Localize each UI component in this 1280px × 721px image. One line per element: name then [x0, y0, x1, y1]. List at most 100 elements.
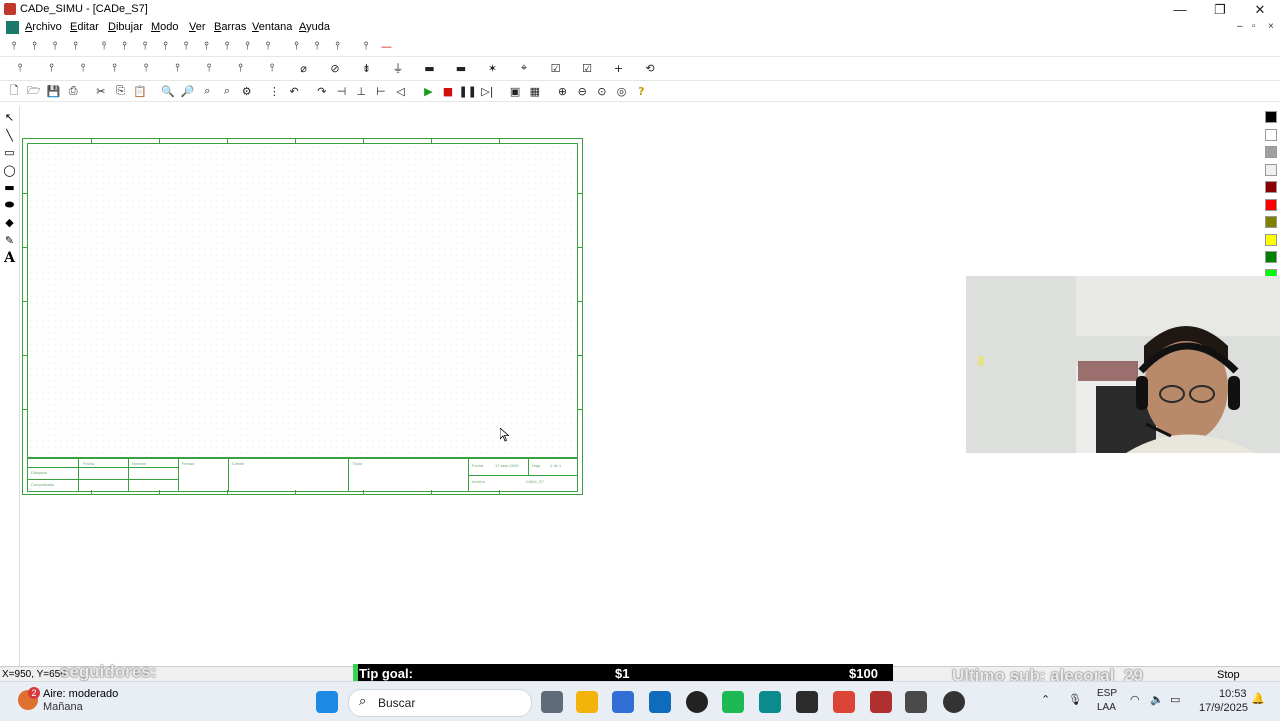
align-left-icon[interactable]: ⊣	[334, 83, 350, 99]
color-swatch[interactable]	[1265, 146, 1277, 158]
document-icon[interactable]	[6, 21, 19, 34]
text-icon[interactable]: A	[2, 250, 17, 266]
terminal-icon[interactable]: ⫯	[199, 38, 215, 54]
line-icon[interactable]: ╲	[2, 128, 17, 143]
play-icon[interactable]: ▶	[420, 83, 436, 99]
breaker-icon[interactable]: ⫯	[137, 38, 153, 54]
windows-start-icon[interactable]	[316, 691, 338, 713]
check-box-icon[interactable]: ☑	[548, 60, 564, 76]
cade-simu-icon[interactable]	[870, 691, 892, 713]
cross-icon[interactable]: +	[611, 60, 627, 76]
pause-icon[interactable]: ❚❚	[458, 83, 476, 99]
zoom-in-icon[interactable]: ⊕	[555, 83, 571, 99]
weather-title[interactable]: Aire: moderado	[43, 688, 118, 700]
sensor-icon[interactable]: ⫯	[233, 60, 249, 76]
color-swatch[interactable]	[1265, 198, 1277, 211]
check-box-2-icon[interactable]: ☑	[579, 60, 595, 76]
wifi-icon[interactable]: ◠	[1130, 693, 1140, 706]
file-explorer-icon[interactable]	[576, 691, 598, 713]
spotify-icon[interactable]	[722, 691, 744, 713]
cut-icon[interactable]: ✂	[93, 83, 109, 99]
microphone-icon[interactable]: 🎙	[1068, 693, 1082, 706]
align-center-icon[interactable]: ⊥	[353, 83, 369, 99]
clock-time[interactable]: 10:53	[1219, 688, 1247, 700]
zoom-out-icon[interactable]: ⊖	[574, 83, 590, 99]
selector-3p-icon[interactable]: ⫯	[138, 60, 154, 76]
obs-icon[interactable]	[943, 691, 965, 713]
lamp-block-icon[interactable]: ⫯	[358, 38, 374, 54]
fuse-icon[interactable]: ⫯	[96, 38, 112, 54]
fuse-block-icon[interactable]: ⫯	[117, 38, 133, 54]
save-icon[interactable]: 💾	[45, 83, 61, 99]
minimize-button[interactable]: —	[1160, 0, 1200, 19]
align-right-icon[interactable]: ⊢	[373, 83, 389, 99]
paste-icon[interactable]: 📋	[132, 83, 148, 99]
stop-icon[interactable]: ■	[440, 83, 456, 99]
busbar-icon[interactable]: ▬	[422, 60, 438, 76]
tray-overflow-icon[interactable]: ⌃	[1041, 693, 1050, 706]
coil-icon[interactable]: ⇟	[359, 60, 375, 76]
color-swatch[interactable]	[1265, 233, 1277, 246]
maximize-button[interactable]: ❐	[1200, 0, 1240, 19]
thermal-relay-icon[interactable]: ⫯	[309, 38, 325, 54]
selector-icon[interactable]: ⫯	[107, 60, 123, 76]
clock-date[interactable]: 17/9/2025	[1199, 702, 1248, 714]
rectangle-icon[interactable]: ▭	[2, 145, 17, 160]
edge-icon[interactable]	[759, 691, 781, 713]
app-icon[interactable]	[4, 3, 16, 15]
redo-icon[interactable]: ↷	[314, 83, 330, 99]
find-next-icon[interactable]: 🔎	[180, 83, 196, 99]
print-icon[interactable]: ⎙	[65, 83, 81, 99]
sensor-3p-icon[interactable]: ⫯	[264, 60, 280, 76]
mdi-restore-button[interactable]: ▫	[1252, 21, 1256, 32]
color-swatch[interactable]	[1265, 181, 1277, 193]
contactor-3p-icon[interactable]: ⫯	[289, 38, 305, 54]
junction-star-icon[interactable]: ✶	[485, 60, 501, 76]
chatgpt-icon[interactable]	[686, 691, 708, 713]
editor-icon[interactable]	[796, 691, 818, 713]
grid-icon[interactable]: ⋮	[266, 83, 282, 99]
menu-barras[interactable]: Barras	[214, 21, 246, 33]
breaker-3p-icon[interactable]: ⫯	[158, 38, 174, 54]
undo-icon[interactable]: ↶	[286, 83, 302, 99]
outlook-icon[interactable]	[649, 691, 671, 713]
menu-ayuda[interactable]: Ayuda	[299, 21, 330, 33]
menu-modo[interactable]: Modo	[151, 21, 179, 33]
new-icon[interactable]: 🗋	[6, 83, 22, 99]
busbar-2-icon[interactable]: ▬	[453, 60, 469, 76]
properties-icon[interactable]: ⚙	[239, 83, 255, 99]
rotate-icon[interactable]: ⟲	[642, 60, 658, 76]
battery-icon[interactable]: ▭	[1170, 693, 1180, 706]
timer-off-icon[interactable]: ⊘	[327, 60, 343, 76]
arrow-left-icon[interactable]: ◁	[393, 83, 409, 99]
meter-icon[interactable]: ⫯	[330, 38, 346, 54]
print-preview-icon[interactable]: ⌕	[219, 83, 235, 99]
push-nonc-icon[interactable]: ⫯	[75, 60, 91, 76]
junction-icon[interactable]: ⫯	[178, 38, 194, 54]
help-icon[interactable]: ?	[633, 83, 649, 99]
zoom-fit-icon[interactable]: ⊙	[594, 83, 610, 99]
taskbar-search[interactable]: ⌕ Buscar	[348, 689, 532, 717]
pointer-icon[interactable]: ↖	[2, 110, 17, 125]
pencil-icon[interactable]: ✎	[2, 233, 17, 248]
ellipse-icon[interactable]: ◯	[2, 163, 17, 178]
copy-icon[interactable]: ⎘	[113, 83, 129, 99]
language-bottom[interactable]: LAA	[1097, 702, 1116, 713]
mdi-minimize-button[interactable]: –	[1237, 21, 1243, 32]
step-icon[interactable]: ▷|	[479, 83, 495, 99]
fill-icon[interactable]: ◆	[2, 215, 17, 230]
open-icon[interactable]: 🗁	[26, 83, 42, 99]
menu-ver[interactable]: Ver	[189, 21, 206, 33]
menu-archivo[interactable]: Archivo	[25, 21, 62, 33]
color-swatch[interactable]	[1265, 251, 1277, 263]
wire-red-icon[interactable]: —	[379, 38, 395, 54]
zoom-sel-icon[interactable]: ⌕	[199, 83, 215, 99]
volume-icon[interactable]: 🔈	[1150, 693, 1164, 706]
menu-ventana[interactable]: Ventana	[252, 21, 292, 33]
color-swatch[interactable]	[1265, 111, 1277, 123]
drawing-sheet[interactable]: Fecha Nombre Firmas Cliente Título Dibuj…	[22, 138, 583, 495]
sheet-drawing-area[interactable]	[27, 143, 578, 458]
limit-switch-icon[interactable]: ⫯	[170, 60, 186, 76]
contact-nc-icon[interactable]: ⫯	[27, 38, 43, 54]
push-no-icon[interactable]: ⫯	[12, 60, 28, 76]
